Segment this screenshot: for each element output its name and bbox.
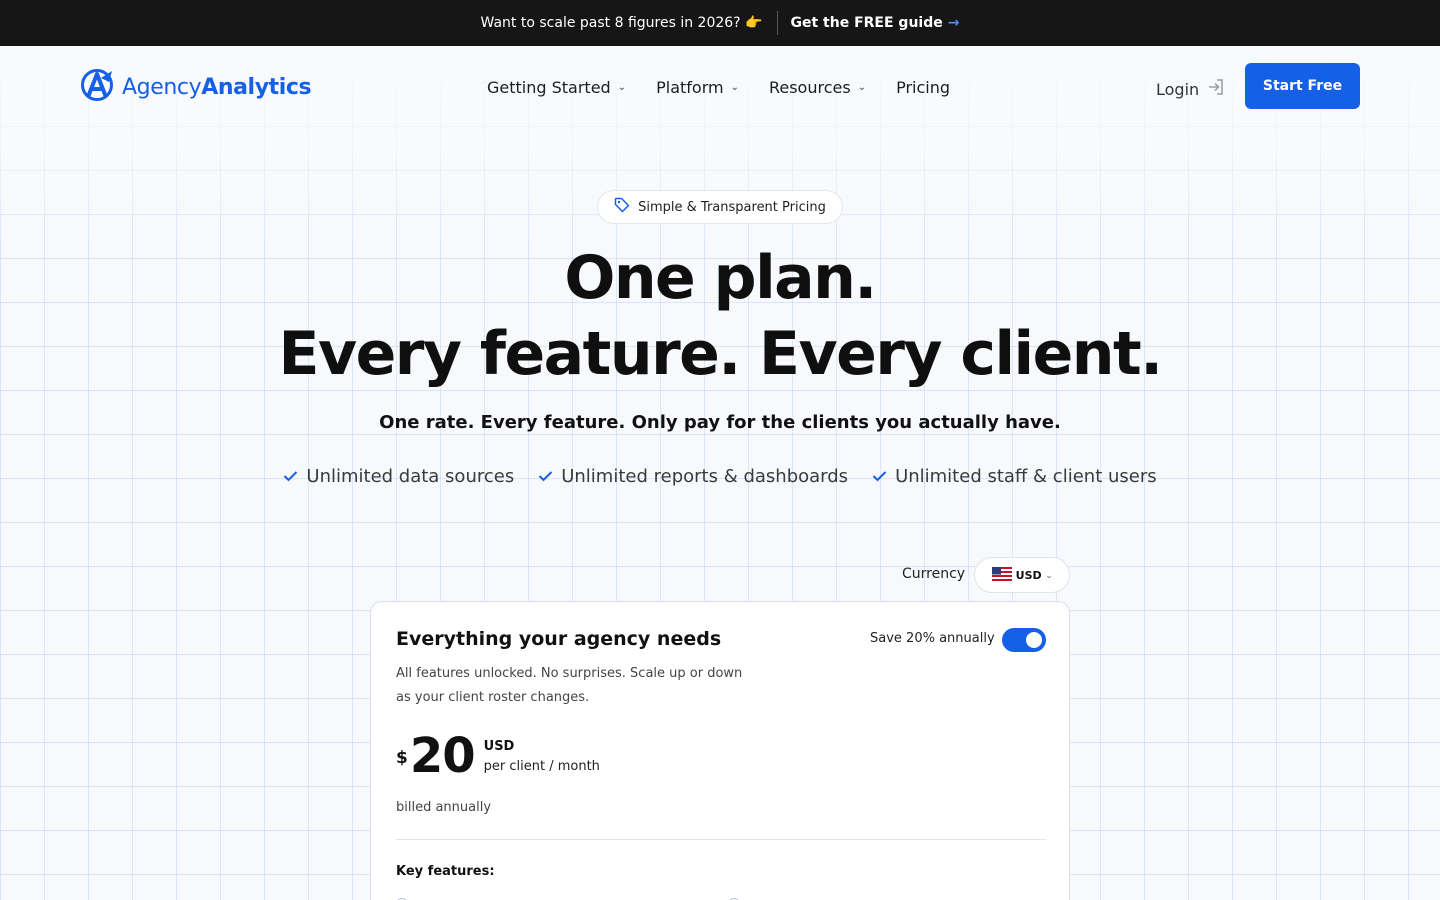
chevron-down-icon: ⌄ <box>730 82 739 93</box>
login-icon <box>1207 78 1225 100</box>
pricing-pill: Simple & Transparent Pricing <box>597 190 843 224</box>
main-nav: Getting Started ⌄ Platform ⌄ Resources ⌄… <box>487 78 980 97</box>
chevron-down-icon: ⌄ <box>1045 570 1053 580</box>
us-flag-icon <box>991 566 1012 584</box>
logo[interactable]: AgencyAnalytics <box>80 68 312 106</box>
toggle-knob <box>1026 632 1042 648</box>
check-item: Unlimited data sources <box>283 466 514 487</box>
currency-value: USD <box>1015 568 1042 582</box>
check-item-label: Unlimited reports & dashboards <box>561 466 849 487</box>
nav-item-pricing[interactable]: Pricing <box>896 78 950 97</box>
nav-item-resources[interactable]: Resources ⌄ <box>769 78 866 97</box>
annual-billing-toggle[interactable] <box>1002 628 1046 652</box>
key-features-heading: Key features: <box>396 864 495 879</box>
plan-title: Everything your agency needs <box>396 628 722 650</box>
currency-select[interactable]: USD ⌄ <box>974 557 1070 593</box>
check-icon <box>283 466 298 487</box>
arrow-right-icon: → <box>947 15 960 31</box>
free-guide-label: Get the FREE guide <box>790 15 943 31</box>
plan-price: $ 20 USD per client / month <box>396 728 600 784</box>
chevron-down-icon: ⌄ <box>617 82 627 93</box>
pricing-pill-label: Simple & Transparent Pricing <box>638 199 826 215</box>
nav-item-label: Pricing <box>896 78 951 97</box>
nav-item-getting-started[interactable]: Getting Started ⌄ <box>487 78 626 97</box>
logo-wordmark: AgencyAnalytics <box>122 74 312 100</box>
login-label: Login <box>1156 79 1200 99</box>
hero-subtitle: One rate. Every feature. Only pay for th… <box>379 412 1061 433</box>
check-item-label: Unlimited data sources <box>306 466 515 487</box>
promo-banner: Want to scale past 8 figures in 2026? 👉 … <box>0 0 1440 46</box>
price-amount: 20 <box>409 728 476 784</box>
currency-symbol: $ <box>396 748 408 768</box>
price-currency: USD <box>483 739 515 754</box>
banner-message: Want to scale past 8 figures in 2026? 👉 <box>480 15 763 31</box>
pricing-card: Everything your agency needs All feature… <box>370 601 1070 900</box>
headline-line-1: One plan. <box>564 243 877 313</box>
check-icon <box>872 466 887 487</box>
free-guide-link[interactable]: Get the FREE guide → <box>791 15 960 31</box>
check-item-label: Unlimited staff & client users <box>895 466 1157 487</box>
billing-period: billed annually <box>396 800 492 815</box>
site-header: AgencyAnalytics Getting Started ⌄ Platfo… <box>0 46 1440 128</box>
price-unit: per client / month <box>483 759 600 774</box>
nav-item-label: Resources <box>768 78 851 97</box>
save-annually-label: Save 20% annually <box>870 631 995 646</box>
start-free-button[interactable]: Start Free <box>1245 63 1360 109</box>
chevron-down-icon: ⌄ <box>857 82 867 93</box>
nav-item-label: Getting Started <box>487 78 611 97</box>
nav-item-platform[interactable]: Platform ⌄ <box>656 78 739 97</box>
banner-separator <box>776 11 778 35</box>
tag-icon <box>614 197 630 217</box>
check-icon <box>538 466 553 487</box>
card-divider <box>396 839 1046 840</box>
plan-description: All features unlocked. No surprises. Sca… <box>396 666 743 705</box>
currency-label: Currency <box>902 566 966 582</box>
headline-line-2: Every feature. Every client. <box>278 319 1164 389</box>
price-meta: USD per client / month <box>484 739 600 774</box>
feature-checklist: Unlimited data sources Unlimited reports… <box>0 466 1440 487</box>
check-item: Unlimited reports & dashboards <box>538 466 848 487</box>
page-title: One plan. Every feature. Every client. <box>0 240 1440 392</box>
agency-analytics-logo-icon <box>80 68 116 106</box>
check-item: Unlimited staff & client users <box>872 466 1157 487</box>
nav-item-label: Platform <box>656 78 724 97</box>
login-link[interactable]: Login <box>1156 78 1225 100</box>
